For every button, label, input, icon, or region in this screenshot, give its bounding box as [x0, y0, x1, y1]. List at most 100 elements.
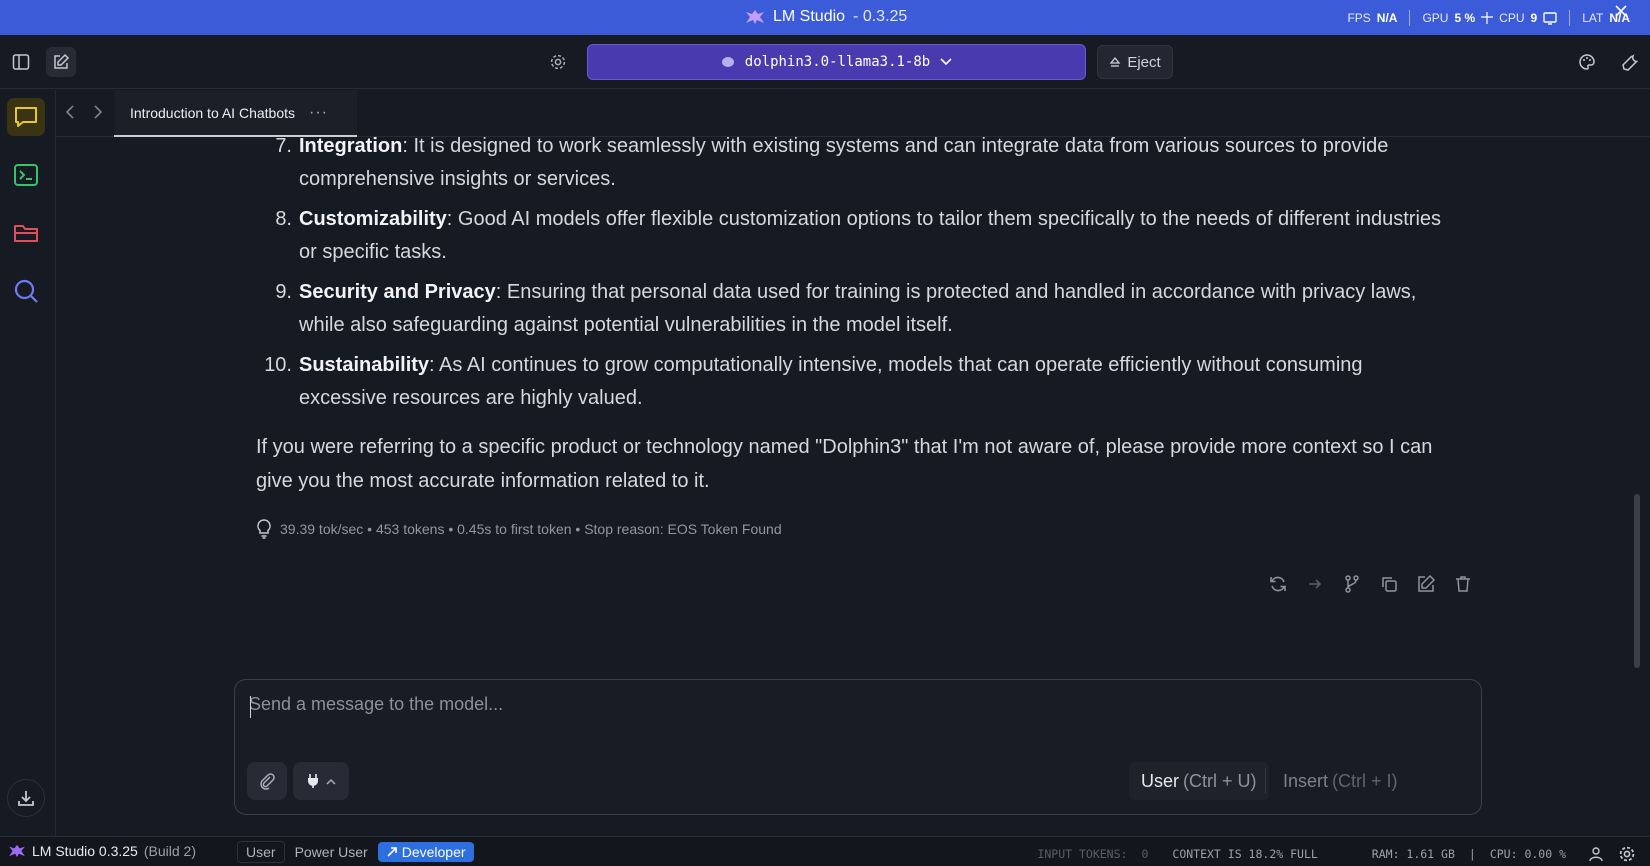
- eject-button[interactable]: Eject: [1097, 45, 1173, 79]
- model-brain-icon: [721, 56, 735, 68]
- chat-scrollbar[interactable]: [1634, 494, 1640, 668]
- back-arrow-icon[interactable]: [64, 104, 76, 120]
- list-item-text: : As AI continues to grow computationall…: [299, 354, 1363, 409]
- close-hud-icon[interactable]: [1614, 4, 1628, 18]
- edit-icon: [52, 53, 70, 71]
- mode-power-user[interactable]: Power User: [287, 842, 376, 862]
- list-number: 7.: [275, 135, 292, 157]
- fps-value: N/A: [1376, 11, 1398, 25]
- status-app-name: LM Studio 0.3.25: [32, 843, 138, 859]
- nav-developer[interactable]: [7, 156, 45, 194]
- cpu-label: CPU: [1499, 11, 1525, 25]
- app-name: LM Studio: [773, 8, 846, 25]
- lightbulb-icon[interactable]: [256, 519, 272, 539]
- generation-stats: 39.39 tok/sec • 453 tokens • 0.45s to fi…: [256, 519, 782, 539]
- tab-title: Introduction to AI Chatbots: [130, 104, 295, 121]
- model-settings-button[interactable]: [543, 47, 573, 77]
- insert-button[interactable]: Insert (Ctrl + I): [1271, 762, 1410, 800]
- status-app-info: LM Studio 0.3.25 (Build 2): [8, 843, 196, 859]
- input-tokens-label: INPUT TOKENS:: [1037, 847, 1128, 861]
- send-user-label: User: [1141, 770, 1180, 791]
- new-chat-button[interactable]: [46, 47, 76, 77]
- performance-hud: FPS N/A GPU 5 % CPU 9 LAT N/A: [1347, 5, 1630, 26]
- window-title: LM Studio - 0.3.25: [745, 8, 907, 26]
- eject-label: Eject: [1127, 53, 1161, 71]
- eject-icon: [1109, 56, 1121, 68]
- integrations-button[interactable]: [293, 762, 349, 800]
- composer-divider: [1265, 768, 1266, 794]
- mode-developer[interactable]: Developer: [377, 842, 474, 862]
- left-navigation-rail: [0, 90, 56, 836]
- hud-divider: [1569, 10, 1571, 26]
- plug-icon: [306, 773, 320, 789]
- status-build: (Build 2): [143, 843, 196, 859]
- regenerate-icon[interactable]: [1266, 572, 1290, 596]
- gpu-label: GPU: [1422, 11, 1449, 25]
- assistant-message: 7. Integration: It is designed to work se…: [256, 130, 1446, 498]
- settings-gear-icon[interactable]: [1618, 845, 1636, 863]
- list-item: 8. Customizability: Good AI models offer …: [256, 203, 1446, 269]
- list-number: 8.: [275, 208, 292, 230]
- closing-paragraph: If you were referring to a specific prod…: [256, 436, 1433, 492]
- trend-arrow-icon: [386, 846, 398, 858]
- nav-my-models[interactable]: [7, 214, 45, 252]
- monitor-icon[interactable]: [1543, 11, 1557, 25]
- send-as-user-button[interactable]: User (Ctrl + U): [1129, 762, 1269, 800]
- user-icon[interactable]: [1588, 846, 1604, 862]
- model-name: dolphin3.0-llama3.1-8b: [744, 54, 931, 70]
- terminal-icon: [13, 163, 39, 187]
- downloads-button[interactable]: [7, 779, 45, 817]
- list-item-text: : It is designed to work seamlessly with…: [299, 135, 1389, 190]
- toggle-sidebar-button[interactable]: [6, 47, 36, 77]
- status-bar: LM Studio 0.3.25 (Build 2) User Power Us…: [0, 836, 1650, 866]
- message-input[interactable]: [249, 694, 1449, 734]
- message-composer: User (Ctrl + U) Insert (Ctrl + I): [234, 679, 1482, 815]
- cpu-value: 9: [1530, 11, 1538, 25]
- lat-label: LAT: [1582, 11, 1604, 25]
- list-item-title: Security and Privacy: [299, 281, 496, 303]
- branch-icon[interactable]: [1340, 572, 1364, 596]
- send-user-shortcut: (Ctrl + U): [1183, 770, 1257, 791]
- app-logo-icon: [8, 844, 26, 858]
- text-cursor: [250, 696, 251, 718]
- attach-file-button[interactable]: [247, 762, 287, 800]
- chevron-down-icon: [940, 58, 952, 66]
- chat-icon: [13, 105, 39, 129]
- list-item: 9. Security and Privacy: Ensuring that pe…: [256, 276, 1446, 342]
- list-item-title: Integration: [299, 135, 403, 157]
- delete-icon[interactable]: [1451, 572, 1475, 596]
- sidebar-icon: [12, 53, 30, 71]
- continue-arrow-icon[interactable]: [1303, 572, 1327, 596]
- insert-label: Insert: [1283, 770, 1329, 791]
- list-item-title: Customizability: [299, 208, 447, 230]
- theme-button[interactable]: [1572, 47, 1602, 77]
- download-icon: [16, 788, 36, 808]
- app-logo-icon: [745, 9, 765, 25]
- input-tokens-value: 0: [1141, 847, 1149, 861]
- tools-button[interactable]: [1616, 47, 1646, 77]
- forward-arrow-icon[interactable]: [92, 104, 104, 120]
- nav-chat[interactable]: [7, 98, 45, 136]
- list-number: 10.: [264, 354, 292, 376]
- chevron-up-icon: [326, 778, 336, 785]
- crosshair-icon: [1481, 12, 1494, 24]
- insert-shortcut: (Ctrl + I): [1332, 770, 1398, 791]
- ram-usage: RAM: 1.61 GB: [1371, 847, 1455, 861]
- tab-menu-button[interactable]: ···: [309, 104, 328, 122]
- mode-switcher: User Power User Developer: [237, 841, 474, 863]
- gpu-value: 5 %: [1454, 11, 1476, 25]
- list-item-text: : Good AI models offer flexible customiz…: [299, 208, 1442, 263]
- cpu-usage: CPU: 0.00 %: [1489, 847, 1566, 861]
- title-bar: LM Studio - 0.3.25 FPS N/A GPU 5 % CPU 9…: [0, 0, 1650, 35]
- nav-discover[interactable]: [7, 272, 45, 310]
- mode-user[interactable]: User: [237, 841, 285, 863]
- copy-icon[interactable]: [1377, 572, 1401, 596]
- search-icon: [13, 278, 39, 304]
- resource-monitor: INPUT TOKENS: 0 CONTEXT IS 18.2% FULL RA…: [1037, 845, 1636, 863]
- mode-developer-label: Developer: [401, 844, 466, 860]
- list-item: 10. Sustainability: As AI continues to gr…: [256, 349, 1446, 415]
- model-select-dropdown[interactable]: dolphin3.0-llama3.1-8b: [587, 44, 1086, 80]
- message-actions: [1266, 572, 1475, 596]
- app-version: - 0.3.25: [853, 8, 908, 25]
- edit-message-icon[interactable]: [1414, 572, 1438, 596]
